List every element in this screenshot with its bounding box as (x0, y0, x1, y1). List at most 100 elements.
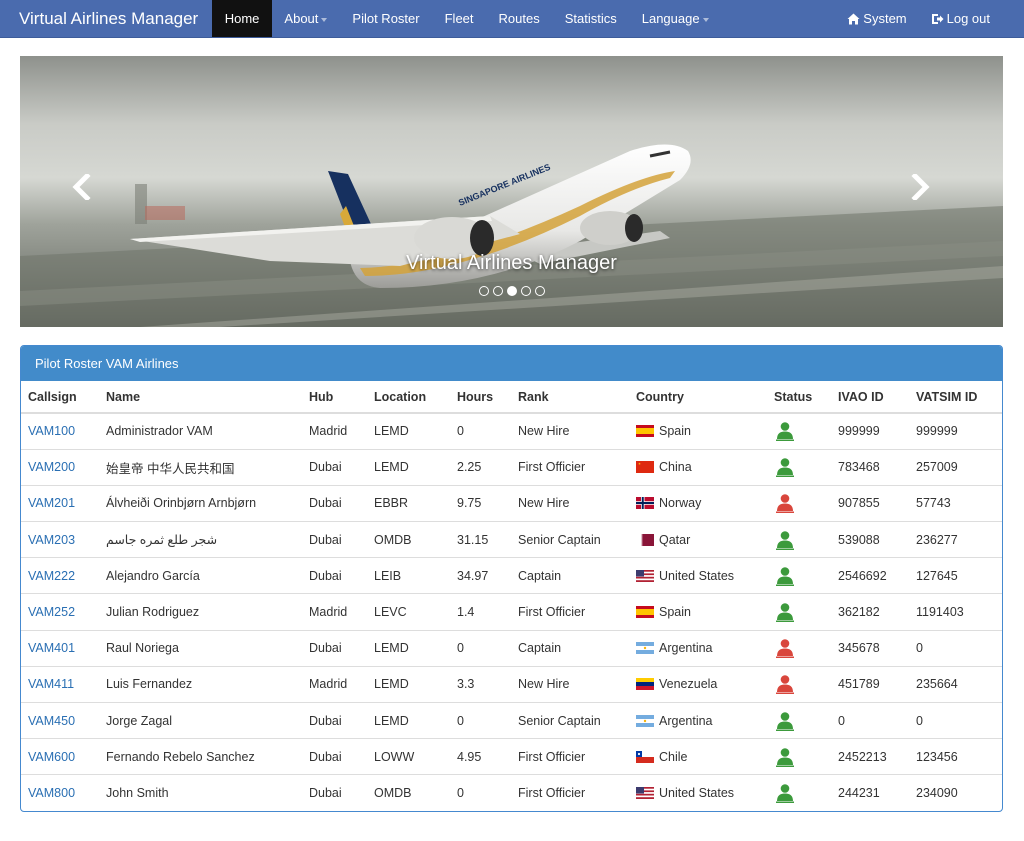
callsign-link[interactable]: VAM411 (28, 677, 74, 691)
col-status[interactable]: Status (767, 381, 831, 414)
country-name: China (659, 460, 692, 475)
pilot-name: Jorge Zagal (99, 701, 302, 739)
carousel-indicator-active[interactable] (506, 286, 517, 296)
rank-cell: New Hire (511, 484, 629, 522)
callsign-cell: VAM100 (21, 412, 99, 450)
location-cell: LEMD (367, 701, 450, 739)
pilot-status-icon (776, 639, 794, 659)
carousel-caption: Virtual Airlines Manager (406, 252, 617, 274)
nav-routes[interactable]: Routes (486, 0, 552, 37)
table-row: VAM252 Julian Rodriguez Madrid LEVC 1.4 First… (21, 593, 1002, 631)
pilot-name: Álvheiði Orinbjørn Arnbjørn (99, 484, 302, 522)
location-cell: OMDB (367, 521, 450, 558)
carousel-indicator[interactable] (492, 286, 503, 296)
country-cell: Argentina (629, 629, 767, 667)
vatsim-id-cell: 234090 (909, 774, 1002, 811)
country-name: Chile (659, 749, 688, 764)
caret-down-icon (702, 17, 709, 22)
hub-cell: Madrid (302, 412, 367, 450)
callsign-link[interactable]: VAM450 (28, 714, 75, 728)
col-hub[interactable]: Hub (302, 381, 367, 414)
country-cell: Spain (629, 412, 767, 450)
logout-icon (931, 14, 944, 24)
col-callsign[interactable]: Callsign (21, 381, 99, 414)
country-cell: Argentina (629, 701, 767, 739)
callsign-link[interactable]: VAM200 (28, 460, 75, 474)
nav-about[interactable]: About (272, 0, 340, 37)
es-flag-icon (636, 425, 654, 438)
rank-cell: New Hire (511, 665, 629, 703)
callsign-link[interactable]: VAM800 (28, 786, 75, 800)
table-row: VAM401 Raul Noriega Dubai LEMD 0 Captain Argen… (21, 629, 1002, 667)
carousel-indicator[interactable] (478, 286, 489, 296)
col-vatsim-id[interactable]: VATSIM ID (909, 381, 1002, 414)
hours-cell: 31.15 (450, 521, 511, 558)
nav-language[interactable]: Language (629, 0, 721, 37)
vatsim-id-cell: 0 (909, 701, 1002, 739)
callsign-link[interactable]: VAM252 (28, 605, 75, 619)
country-name: Venezuela (659, 677, 718, 692)
carousel-indicator[interactable] (534, 286, 545, 296)
callsign-link[interactable]: VAM401 (28, 641, 75, 655)
ivao-id-cell: 783468 (831, 448, 909, 486)
table-row: VAM203 شجر طلع ثمره جاسم Dubai OMDB 31.15 Sen… (21, 521, 1002, 558)
hub-cell: Dubai (302, 448, 367, 486)
callsign-link[interactable]: VAM203 (28, 533, 75, 547)
carousel-prev-button[interactable] (72, 174, 112, 210)
nav-statistics[interactable]: Statistics (552, 0, 629, 37)
ivao-id-cell: 539088 (831, 521, 909, 558)
callsign-cell: VAM200 (21, 448, 99, 486)
col-country[interactable]: Country (629, 381, 767, 414)
hours-cell: 0 (450, 629, 511, 667)
col-hours[interactable]: Hours (450, 381, 511, 414)
country-cell: Venezuela (629, 665, 767, 703)
col-location[interactable]: Location (367, 381, 450, 414)
status-cell (767, 774, 831, 811)
col-rank[interactable]: Rank (511, 381, 629, 414)
vatsim-id-cell: 127645 (909, 557, 1002, 594)
carousel-indicator[interactable] (520, 286, 531, 296)
country-name: United States (659, 568, 735, 583)
callsign-link[interactable]: VAM100 (28, 424, 75, 438)
status-cell (767, 593, 831, 631)
table-row: VAM200 始皇帝 中华人民共和国 Dubai LEMD 2.25 First Offi… (21, 448, 1002, 486)
pilot-status-icon (776, 458, 794, 478)
ivao-id-cell: 244231 (831, 774, 909, 811)
nav-home[interactable]: Home (212, 0, 272, 37)
rank-cell: First Officier (511, 774, 629, 811)
callsign-link[interactable]: VAM222 (28, 569, 75, 583)
col-name[interactable]: Name (99, 381, 302, 414)
roster-body: VAM100 Administrador VAM Madrid LEMD 0 New Hi… (21, 412, 1002, 811)
nav-fleet-label: Fleet (444, 11, 474, 26)
pilot-status-icon (776, 675, 794, 695)
carousel-next-button[interactable] (910, 174, 950, 210)
callsign-link[interactable]: VAM600 (28, 750, 75, 764)
brand-title[interactable]: Virtual Airlines Manager (0, 0, 212, 37)
callsign-cell: VAM201 (21, 484, 99, 522)
logout-button[interactable]: Log out (919, 0, 1002, 37)
vatsim-id-cell: 235664 (909, 665, 1002, 703)
table-row: VAM100 Administrador VAM Madrid LEMD 0 New Hi… (21, 412, 1002, 450)
status-cell (767, 484, 831, 522)
vatsim-id-cell: 1191403 (909, 593, 1002, 631)
col-ivao-id[interactable]: IVAO ID (831, 381, 909, 414)
nav-fleet[interactable]: Fleet (432, 0, 486, 37)
location-cell: LEMD (367, 665, 450, 703)
no-flag-icon (636, 497, 654, 510)
ar-flag-icon (636, 714, 654, 727)
callsign-link[interactable]: VAM201 (28, 496, 75, 510)
nav-pilot-roster[interactable]: Pilot Roster (340, 0, 432, 37)
system-button[interactable]: System (835, 0, 918, 37)
hub-cell: Dubai (302, 484, 367, 522)
hub-cell: Dubai (302, 557, 367, 594)
ivao-id-cell: 362182 (831, 593, 909, 631)
country-name: Spain (659, 424, 691, 439)
carousel-indicators (20, 286, 1003, 296)
status-cell (767, 665, 831, 703)
ivao-id-cell: 2452213 (831, 738, 909, 775)
location-cell: OMDB (367, 774, 450, 811)
nav-about-label: About (284, 11, 319, 26)
hours-cell: 1.4 (450, 593, 511, 631)
pilot-roster-table: Callsign Name Hub Location Hours Rank Co… (21, 381, 1002, 811)
location-cell: LEMD (367, 448, 450, 486)
